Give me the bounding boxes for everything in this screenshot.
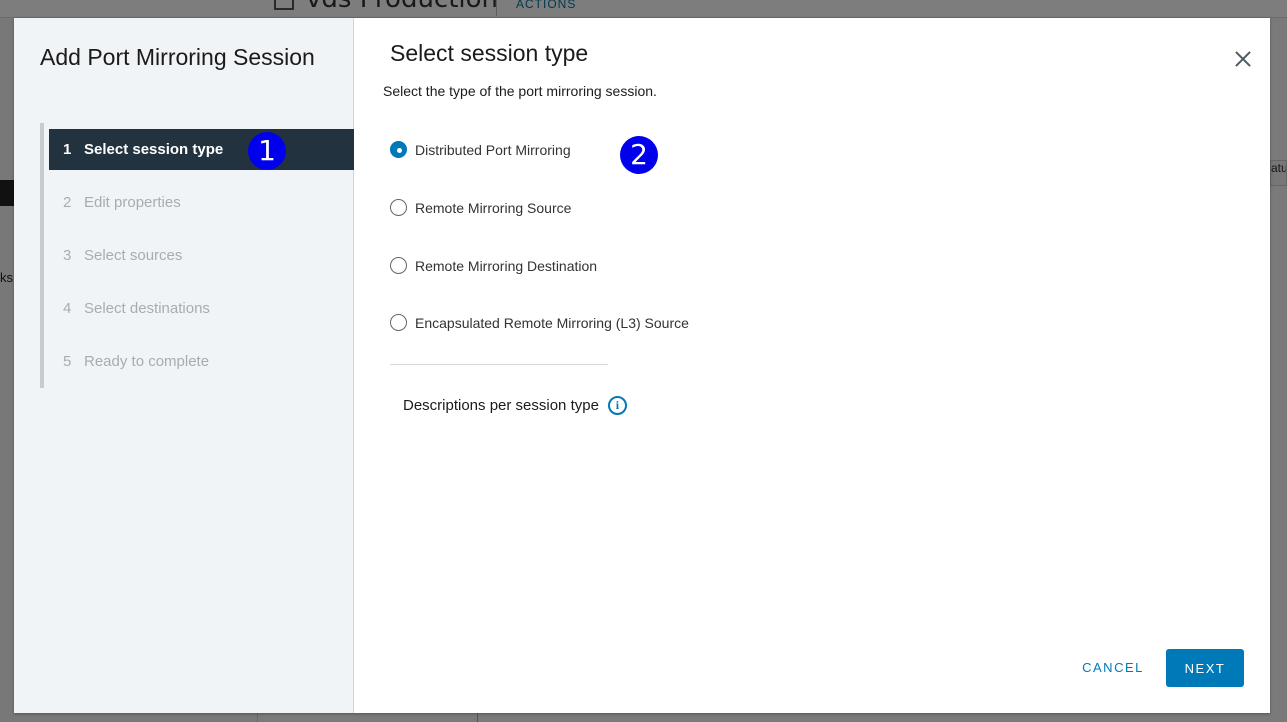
section-divider [390,364,608,365]
step-label: Select sources [84,247,183,264]
cancel-button[interactable]: CANCEL [1069,648,1157,686]
radio-button-checked[interactable] [390,141,407,158]
close-icon[interactable] [1232,48,1254,70]
step-number: 1 [63,141,72,158]
step-label: Edit properties [84,194,181,211]
step-number: 4 [63,300,72,317]
option-label: Distributed Port Mirroring [415,141,571,158]
option-distributed-port-mirroring[interactable]: Distributed Port Mirroring [390,141,571,158]
step-select-destinations: 4 Select destinations [44,282,354,335]
step-number: 5 [63,353,72,370]
step-ready-to-complete: 5 Ready to complete [44,335,354,388]
descriptions-label: Descriptions per session type [403,397,599,414]
radio-button[interactable] [390,257,407,274]
info-icon[interactable]: i [607,396,627,415]
option-remote-mirroring-source[interactable]: Remote Mirroring Source [390,199,571,216]
step-number: 2 [63,194,72,211]
radio-button[interactable] [390,199,407,216]
descriptions-row: Descriptions per session type i [403,396,627,415]
radio-button[interactable] [390,314,407,331]
wizard-content: Select session type Select the type of t… [354,18,1270,713]
annotation-badge-2: 2 [620,136,658,174]
wizard-sidebar: Add Port Mirroring Session 1 Select sess… [14,18,354,713]
option-label: Remote Mirroring Source [415,199,572,216]
page-title: Select session type [390,40,589,66]
add-port-mirroring-dialog: Add Port Mirroring Session 1 Select sess… [14,18,1270,713]
annotation-badge-1: 1 [248,132,286,170]
option-encapsulated-remote-mirroring[interactable]: Encapsulated Remote Mirroring (L3) Sourc… [390,314,689,331]
step-select-session-type[interactable]: 1 Select session type [49,129,354,170]
option-label: Remote Mirroring Destination [415,257,598,274]
wizard-title: Add Port Mirroring Session [40,44,315,70]
option-remote-mirroring-destination[interactable]: Remote Mirroring Destination [390,257,597,274]
page-subtitle: Select the type of the port mirroring se… [383,83,657,99]
next-button[interactable]: NEXT [1166,649,1244,687]
step-label: Ready to complete [84,353,210,370]
step-edit-properties: 2 Edit properties [44,176,354,229]
step-label: Select destinations [84,300,210,317]
option-label: Encapsulated Remote Mirroring (L3) Sourc… [415,314,689,331]
step-select-sources: 3 Select sources [44,229,354,282]
step-label: Select session type [84,141,224,158]
step-number: 3 [63,247,72,264]
wizard-steps: 1 Select session type 2 Edit properties … [40,123,354,388]
